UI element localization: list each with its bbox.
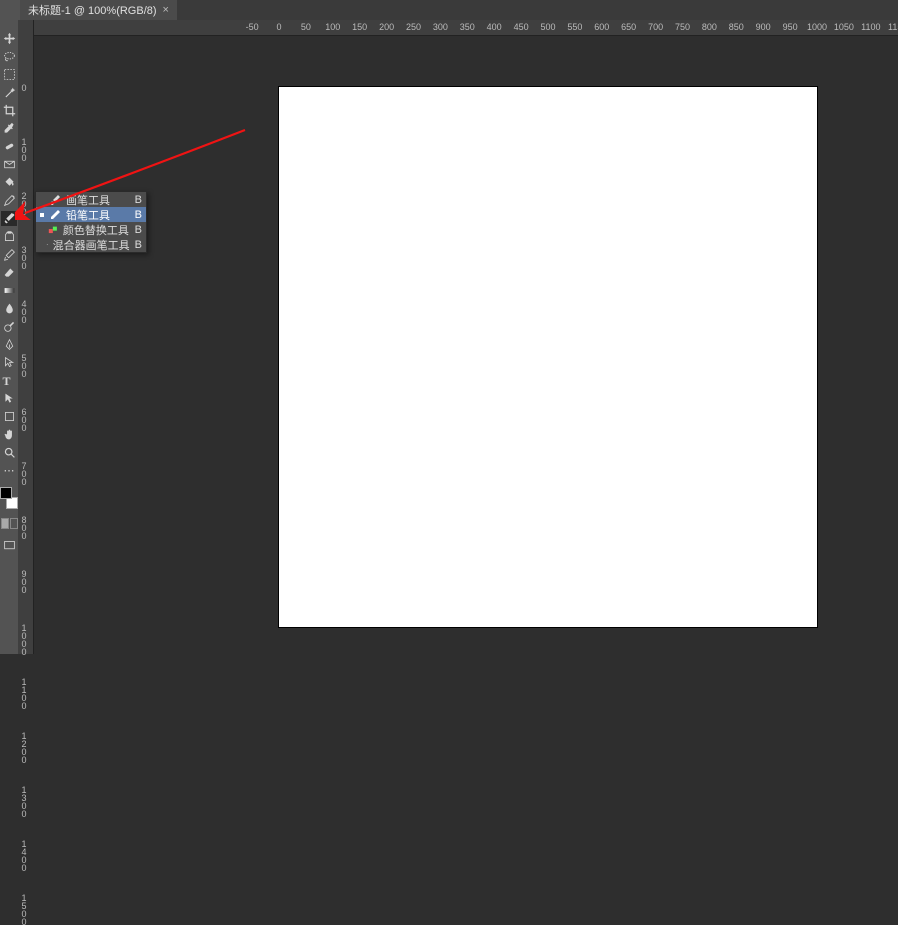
workspace: -50 0 50 100 150 200 250 300 350 400 450 500 550 600 6…: [34, 20, 898, 654]
mixer-brush-icon: [46, 239, 48, 251]
ruler-tick: 150: [352, 22, 367, 32]
ruler-tick: 1100: [861, 22, 880, 32]
pen-icon[interactable]: [1, 193, 17, 208]
ruler-tick: 400: [487, 22, 502, 32]
flyout-item-pencil[interactable]: 铅笔工具 B: [36, 207, 146, 222]
ruler-tick: 500: [20, 353, 28, 377]
eraser-tool[interactable]: [1, 265, 17, 280]
eyedropper-tool[interactable]: [1, 121, 17, 136]
hand-tool[interactable]: [1, 427, 17, 442]
ruler-tick: 1100: [20, 677, 28, 709]
blur-tool[interactable]: [1, 301, 17, 316]
dots-icon[interactable]: ⋯: [1, 463, 17, 478]
ruler-tick: 0: [276, 22, 281, 32]
zoom-tool[interactable]: [1, 445, 17, 460]
ruler-tick: 50: [301, 22, 311, 32]
ruler-tick: 450: [514, 22, 529, 32]
quick-mask-toggle[interactable]: [1, 518, 18, 529]
ruler-tick: 300: [20, 245, 28, 269]
brush-icon: [49, 194, 61, 206]
ruler-tick: 750: [675, 22, 690, 32]
flyout-item-brush[interactable]: 画笔工具 B: [36, 192, 146, 207]
ruler-tick: 550: [567, 22, 582, 32]
ruler-tick: 800: [20, 515, 28, 539]
horizontal-ruler: -50 0 50 100 150 200 250 300 350 400 450 500 550 600 6…: [34, 20, 898, 36]
ruler-tick: 900: [756, 22, 771, 32]
ruler-tick: 600: [20, 407, 28, 431]
ruler-tick: 700: [20, 461, 28, 485]
tools-panel: T ⋯: [0, 20, 18, 654]
ruler-tick: 350: [460, 22, 475, 32]
clone-tool[interactable]: [1, 229, 17, 244]
flyout-shortcut: B: [135, 239, 142, 251]
ruler-tick: 0: [20, 83, 28, 91]
crop-tool[interactable]: [1, 103, 17, 118]
active-indicator: [40, 213, 44, 217]
ruler-tick: 800: [702, 22, 717, 32]
brush-tool[interactable]: [1, 211, 17, 226]
ruler-tick: 500: [540, 22, 555, 32]
lasso-tool[interactable]: [1, 49, 17, 64]
tab-bar: 未标题-1 @ 100%(RGB/8) ×: [0, 0, 898, 20]
flyout-label: 铅笔工具: [66, 207, 127, 223]
ruler-tick: 100: [20, 137, 28, 161]
ruler-tick: 1150: [888, 22, 898, 32]
ruler-tick: 850: [729, 22, 744, 32]
ruler-tick: 650: [621, 22, 636, 32]
ruler-tick: 250: [406, 22, 421, 32]
ruler-tick: 950: [783, 22, 798, 32]
dodge-tool[interactable]: [1, 319, 17, 334]
ruler-tick: 600: [594, 22, 609, 32]
flyout-label: 颜色替换工具: [63, 222, 129, 238]
document-tab[interactable]: 未标题-1 @ 100%(RGB/8) ×: [20, 0, 177, 20]
flyout-label: 画笔工具: [66, 192, 127, 208]
vertical-ruler: 0100200300400500600700800900100011001200…: [18, 20, 34, 654]
flyout-shortcut: B: [132, 209, 142, 221]
gradient-tool[interactable]: [1, 283, 17, 298]
ruler-tick: 900: [20, 569, 28, 593]
flyout-shortcut: B: [134, 224, 142, 236]
fg-color-swatch[interactable]: [0, 487, 12, 499]
tab-edge: [0, 0, 20, 20]
ruler-tick: 400: [20, 299, 28, 323]
close-tab-icon[interactable]: ×: [163, 4, 169, 16]
ruler-tick: 200: [379, 22, 394, 32]
ruler-tick: 700: [648, 22, 663, 32]
ruler-tick: 100: [325, 22, 340, 32]
ruler-tick: 1300: [20, 785, 28, 817]
history-brush-tool[interactable]: [1, 247, 17, 262]
ruler-tick: 200: [20, 191, 28, 215]
heal-tool[interactable]: [1, 139, 17, 154]
ruler-tick: 1200: [20, 731, 28, 763]
ruler-tick: 1400: [20, 839, 28, 871]
path-select-tool[interactable]: [1, 355, 17, 370]
screen-mode-icon[interactable]: [1, 538, 17, 553]
ruler-tick: 1000: [807, 22, 827, 32]
ruler-tick: 1500: [20, 893, 28, 925]
pen-tool[interactable]: [1, 337, 17, 352]
flyout-item-color-replace[interactable]: 颜色替换工具 B: [36, 222, 146, 237]
flyout-item-mixer-brush[interactable]: 混合器画笔工具 B: [36, 237, 146, 252]
color-replace-icon: [48, 224, 58, 236]
flyout-label: 混合器画笔工具: [53, 237, 130, 253]
direct-select-tool[interactable]: [1, 391, 17, 406]
type-tool[interactable]: T: [1, 373, 17, 388]
ruler-tick: -50: [246, 22, 259, 32]
tab-title: 未标题-1 @ 100%(RGB/8): [28, 2, 157, 18]
marquee-tool[interactable]: [1, 67, 17, 82]
brush-tool-flyout: 画笔工具 B 铅笔工具 B 颜色替换工具 B 混合器画笔工具 B: [35, 191, 147, 253]
envelope-icon[interactable]: [1, 157, 17, 172]
shape-tool[interactable]: [1, 409, 17, 424]
canvas[interactable]: [279, 87, 817, 627]
color-swatches[interactable]: [0, 487, 18, 509]
ruler-tick: 1000: [20, 623, 28, 655]
move-tool[interactable]: [1, 31, 17, 46]
canvas-viewport[interactable]: [34, 36, 898, 654]
wand-tool[interactable]: [1, 85, 17, 100]
flyout-shortcut: B: [132, 194, 142, 206]
pencil-icon: [49, 209, 61, 221]
ruler-tick: 1050: [834, 22, 854, 32]
ruler-tick: 300: [433, 22, 448, 32]
fill-tool[interactable]: [1, 175, 17, 190]
